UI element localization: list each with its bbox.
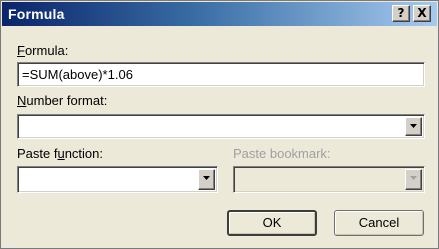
paste-bookmark-label: Paste bookmark:	[233, 146, 331, 161]
close-button[interactable]: X	[413, 5, 431, 22]
formula-dialog: Formula ? X Formula: =SUM(above)*1.06 Nu…	[0, 0, 439, 249]
chevron-down-icon[interactable]	[405, 117, 422, 136]
help-button[interactable]: ?	[392, 5, 410, 22]
chevron-down-icon[interactable]	[198, 169, 215, 190]
title-bar[interactable]: Formula ? X	[2, 2, 437, 26]
ok-button[interactable]: OK	[227, 210, 317, 236]
number-format-label: Number format:	[17, 93, 108, 108]
number-format-dropdown[interactable]	[17, 114, 425, 139]
paste-bookmark-dropdown	[233, 166, 425, 193]
paste-function-dropdown[interactable]	[17, 166, 218, 193]
cancel-button[interactable]: Cancel	[334, 210, 424, 236]
formula-value: =SUM(above)*1.06	[22, 67, 133, 82]
formula-label: Formula:	[17, 43, 69, 58]
dialog-title: Formula	[8, 6, 65, 22]
formula-input[interactable]: =SUM(above)*1.06	[17, 62, 425, 87]
paste-function-label: Paste function:	[17, 146, 104, 161]
chevron-down-icon	[405, 169, 422, 190]
